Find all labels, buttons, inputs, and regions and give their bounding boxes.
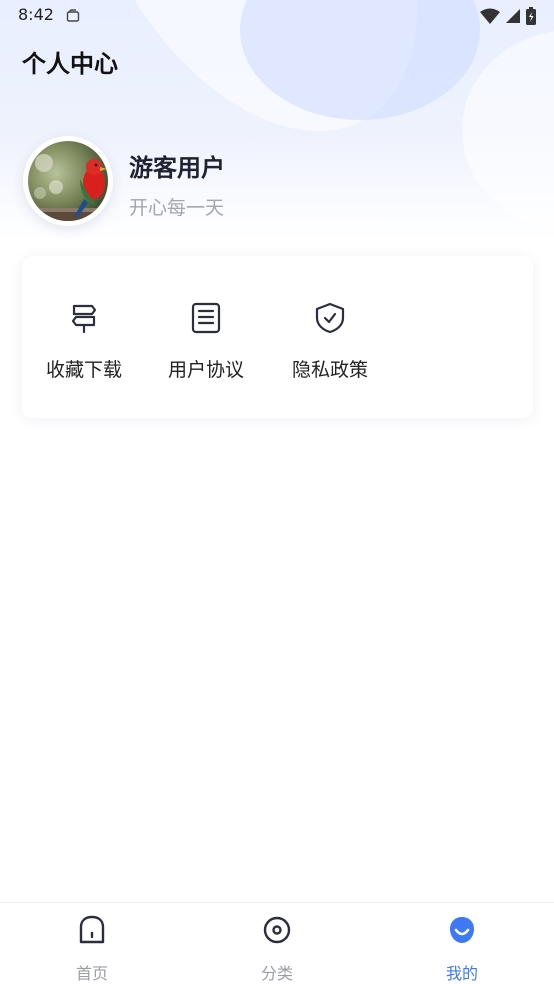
- wifi-icon: [480, 8, 500, 24]
- category-icon: [263, 916, 291, 944]
- menu-item-user-agreement[interactable]: 用户协议: [156, 256, 256, 418]
- user-motto: 开心每一天: [129, 197, 225, 219]
- tab-label: 首页: [75, 964, 108, 983]
- avatar[interactable]: [23, 136, 113, 226]
- tab-label: 分类: [260, 964, 293, 983]
- signal-icon: [506, 9, 520, 23]
- status-bar: 8:42: [0, 0, 554, 30]
- tab-profile[interactable]: 我的: [412, 903, 512, 984]
- menu-item-privacy-policy[interactable]: 隐私政策: [280, 256, 380, 418]
- home-icon: [79, 915, 105, 944]
- menu-item-favorites-downloads[interactable]: 收藏下载: [34, 256, 134, 418]
- menu-card: 收藏下载 用户协议 隐私政策: [22, 256, 533, 418]
- battery-icon: [526, 7, 536, 25]
- decor-shape: [462, 30, 554, 230]
- page-title: 个人中心: [22, 50, 118, 78]
- tab-label: 我的: [445, 964, 478, 983]
- bottom-tab-bar: 首页 分类 我的: [0, 902, 554, 984]
- notification-icon: [66, 8, 80, 27]
- profile-icon: [450, 917, 474, 943]
- menu-item-label: 用户协议: [167, 359, 244, 381]
- signpost-icon: [71, 304, 97, 334]
- status-time: 8:42: [18, 5, 54, 24]
- user-name: 游客用户: [129, 154, 225, 182]
- menu-item-label: 收藏下载: [45, 359, 122, 381]
- document-icon: [191, 302, 221, 334]
- tab-home[interactable]: 首页: [42, 903, 142, 984]
- shield-check-icon: [315, 302, 345, 334]
- menu-item-label: 隐私政策: [291, 359, 368, 381]
- tab-category[interactable]: 分类: [227, 903, 327, 984]
- avatar-image: [28, 141, 108, 221]
- status-indicators: [480, 7, 536, 25]
